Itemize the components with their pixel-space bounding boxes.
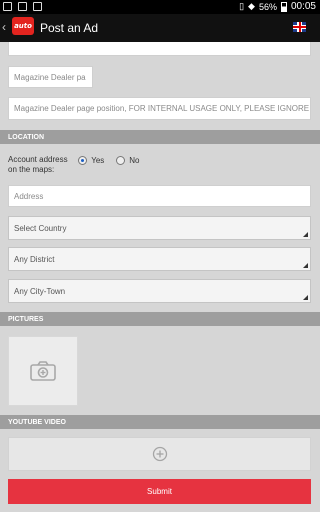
form-content: Magazine Dealer pa Magazine Dealer page …	[0, 42, 320, 512]
status-bar: ▯ ◆ 56% 00:05	[0, 0, 320, 14]
notification-download-icon	[33, 2, 42, 11]
clock: 00:05	[290, 1, 316, 12]
city-select[interactable]: Any City-Town	[8, 279, 311, 303]
dropdown-corner-icon	[303, 232, 308, 237]
dropdown-corner-icon	[303, 263, 308, 268]
radio-no-option[interactable]: No	[116, 156, 139, 166]
account-address-label: Account address on the maps:	[8, 155, 68, 174]
notification-image-icon	[3, 2, 12, 11]
radio-yes-button[interactable]	[78, 156, 87, 166]
location-section-header: LOCATION	[0, 130, 320, 144]
radio-no-button[interactable]	[116, 156, 125, 166]
back-arrow-icon[interactable]: ‹	[2, 20, 6, 34]
wifi-icon: ◆	[248, 1, 255, 11]
plus-circle-icon	[152, 446, 167, 462]
dealer-name-input[interactable]: Magazine Dealer pa	[8, 66, 93, 88]
notification-icons	[3, 2, 42, 11]
previous-field[interactable]	[8, 42, 311, 56]
radio-yes-option[interactable]: Yes	[78, 156, 104, 166]
add-photo-button[interactable]	[8, 336, 78, 406]
dealer-position-input[interactable]: Magazine Dealer page position, FOR INTER…	[8, 97, 311, 120]
vibrate-icon: ▯	[239, 1, 245, 11]
pictures-section-header: PICTURES	[0, 312, 320, 326]
page-title: Post an Ad	[40, 21, 99, 35]
camera-add-icon	[30, 361, 56, 381]
uk-flag-language-icon[interactable]	[293, 22, 306, 32]
district-select[interactable]: Any District	[8, 247, 311, 271]
youtube-section-header: YOUTUBE VIDEO	[0, 415, 320, 429]
dropdown-corner-icon	[303, 295, 308, 300]
country-select[interactable]: Select Country	[8, 216, 311, 240]
battery-icon	[280, 1, 287, 12]
app-logo[interactable]: auto	[12, 17, 34, 35]
notification-gallery-icon	[18, 2, 27, 11]
app-bar: ‹ auto Post an Ad	[0, 14, 320, 42]
add-video-button[interactable]	[8, 437, 311, 471]
submit-button[interactable]: Submit	[8, 479, 311, 504]
battery-percent: 56%	[258, 1, 277, 12]
address-input[interactable]: Address	[8, 185, 311, 207]
